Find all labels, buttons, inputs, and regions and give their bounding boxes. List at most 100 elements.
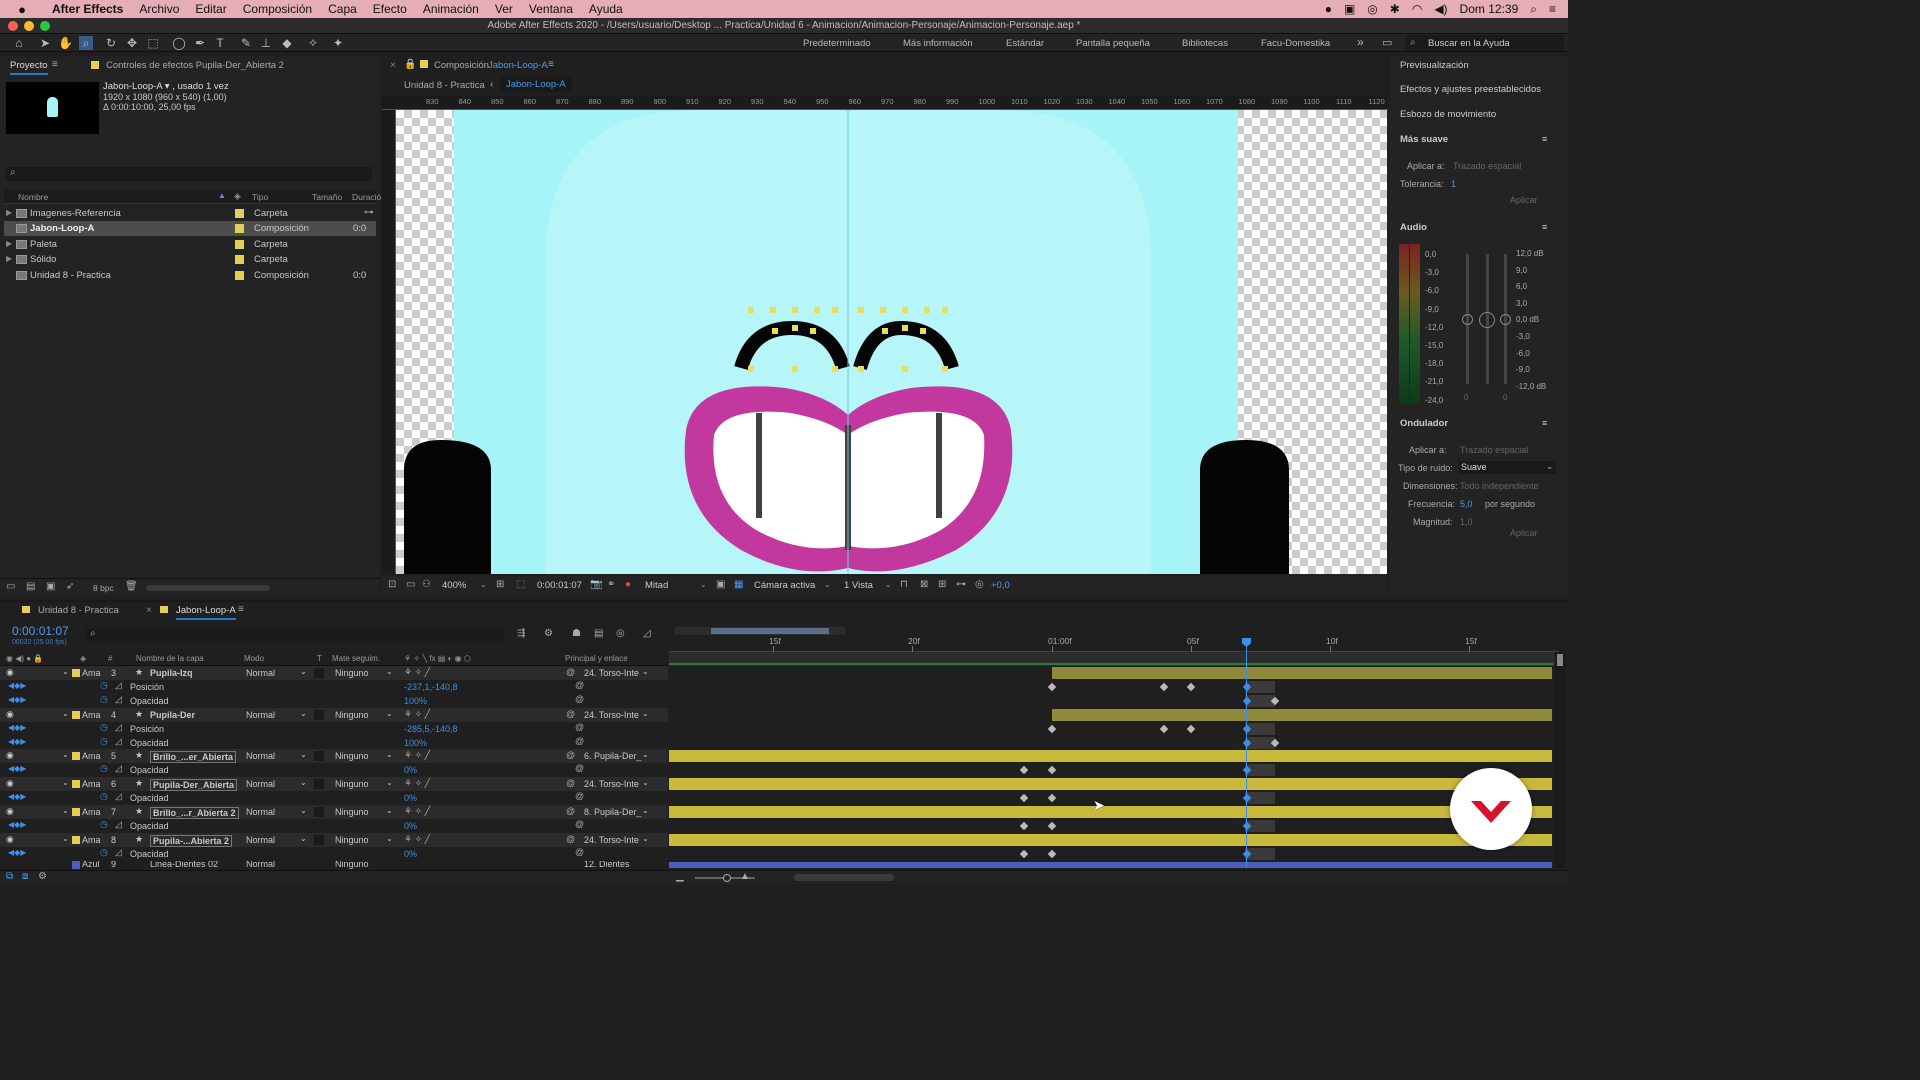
label-color-swatch[interactable]	[235, 271, 244, 280]
panel-menu-icon[interactable]: ≡	[548, 59, 554, 70]
chevron-down-icon[interactable]: ⌄	[642, 778, 649, 787]
render-queue-icon[interactable]: ➶	[66, 581, 74, 592]
keyframe-nav-icon[interactable]: ◀◆▶	[8, 820, 26, 829]
expand-arrow-icon[interactable]: ⌄	[62, 806, 69, 815]
preserve-transparency-box[interactable]	[314, 807, 324, 817]
home-icon[interactable]: ⌂	[12, 36, 26, 50]
track-matte-select[interactable]: Ninguno	[335, 861, 369, 869]
chevron-down-icon[interactable]: ⌄	[700, 580, 707, 589]
stopwatch-icon[interactable]: ◷	[100, 680, 108, 691]
selection-tool-icon[interactable]: ➤	[38, 36, 52, 50]
brush-tool-icon[interactable]: ✎	[239, 36, 253, 50]
track-matte-select[interactable]: Ninguno	[335, 668, 369, 678]
fit-frame-icon[interactable]: ⊞	[496, 579, 504, 590]
menu-capa[interactable]: Capa	[320, 2, 365, 16]
mask-visibility-icon[interactable]: ⚇	[422, 579, 431, 590]
layer-switches[interactable]: ⚘ ✧ ╱	[404, 806, 430, 817]
timeline-vertical-scrollbar[interactable]	[1555, 652, 1565, 868]
workspace-predeterminado[interactable]: Predeterminado	[803, 38, 871, 49]
track-matte-select[interactable]: Ninguno	[335, 807, 369, 817]
timeline-icon[interactable]: ⊞	[938, 579, 946, 590]
audio-slider-right-handle[interactable]	[1500, 314, 1511, 325]
record-icon[interactable]: ●	[1325, 2, 1332, 16]
timeline-search-input[interactable]: ⌕	[86, 628, 504, 641]
smoother-apply-button[interactable]: Aplicar	[1510, 195, 1538, 205]
graph-icon[interactable]: ◿	[115, 694, 122, 705]
layer-name[interactable]: Brillo_...r_Abierta 2	[150, 807, 239, 819]
chevron-down-icon[interactable]: ⌄	[824, 580, 831, 589]
wiggler-apply-select[interactable]: Trazado espacial	[1460, 445, 1528, 455]
col-duracion[interactable]: Duració	[352, 192, 381, 202]
layer-mode-select[interactable]: Normal	[246, 807, 275, 817]
col-layer-name[interactable]: Nombre de la capa	[136, 654, 204, 663]
help-search-input[interactable]: ⌕ Buscar en la Ayuda	[1406, 35, 1564, 51]
expand-arrow-icon[interactable]: ⌄	[62, 778, 69, 787]
layer-row[interactable]: ◉ ⌄ Ama 3 ★ Pupila-Izq Normal ⌄ Ninguno ⌄ ⚘ ✧ ╱ @24…	[0, 666, 668, 680]
project-row[interactable]: ▶ Imagenes-Referencia Carpeta ⊶	[4, 206, 376, 221]
graph-icon[interactable]: ◿	[115, 847, 122, 858]
layer-mode-select[interactable]: Normal	[246, 710, 275, 720]
col-tipo[interactable]: Tipo	[252, 192, 268, 202]
property-row[interactable]: ◀◆▶ ◷ ◿ Opacidad 100% @	[0, 736, 668, 750]
workspace-pantalla-pequena[interactable]: Pantalla pequeña	[1076, 38, 1150, 49]
pick-whip-icon[interactable]: @	[566, 806, 575, 816]
project-row[interactable]: ▶ Sólido Carpeta	[4, 252, 376, 267]
navigator-range[interactable]	[711, 628, 829, 634]
thumbnail-scrollbar[interactable]	[146, 585, 270, 591]
chevron-down-icon[interactable]: ⌄	[642, 806, 649, 815]
chevron-down-icon[interactable]: ⌄	[300, 709, 307, 718]
interpret-footage-icon[interactable]: ▭	[6, 581, 15, 592]
bluetooth-icon[interactable]: ✱	[1390, 2, 1400, 16]
horizontal-ruler[interactable]: 830 840 850 860 870 880 890 900 910 920 930 940 950 9…	[382, 96, 1388, 110]
workspace-bibliotecas[interactable]: Bibliotecas	[1182, 38, 1228, 49]
graph-editor-icon[interactable]: ◿	[643, 628, 651, 639]
wifi-icon[interactable]: ◠	[1412, 2, 1422, 16]
keyframe-nav-icon[interactable]: ◀◆▶	[8, 764, 26, 773]
bit-depth[interactable]: 8 bpc	[93, 583, 114, 593]
workspace-mas-informacion[interactable]: Más información	[903, 38, 973, 49]
layer-duration-bar[interactable]	[669, 833, 1552, 846]
wiggler-dims-select[interactable]: Todo independiente	[1460, 481, 1539, 491]
comp-mini-flowchart-icon[interactable]: ⇶	[517, 628, 525, 639]
display-icon[interactable]: ▣	[1344, 2, 1355, 16]
property-row[interactable]: ◀◆▶ ◷ ◿ Posición -285,5,-140,8 @	[0, 722, 668, 736]
vertical-ruler[interactable]	[382, 110, 396, 574]
puppet-pin-tool-icon[interactable]: ✦	[331, 36, 345, 50]
layer-mode-select[interactable]: Normal	[246, 835, 275, 845]
resolution-select[interactable]: Mitad	[645, 580, 668, 591]
switches-icons[interactable]: ⚘ ✧ ╲ fx ▤ ◐ ◉ ⬡	[404, 654, 471, 663]
label-color-chip[interactable]	[72, 669, 80, 677]
expand-arrow-icon[interactable]: ▶	[6, 239, 12, 248]
zoom-tool-icon[interactable]: ⌕	[79, 36, 93, 50]
close-window-button[interactable]	[8, 21, 18, 31]
layer-switches[interactable]: ⚘ ✧ ╱	[404, 834, 430, 845]
current-time[interactable]: 0:00:01:07	[12, 624, 69, 638]
label-color-swatch[interactable]	[235, 240, 244, 249]
label-color-chip[interactable]	[72, 835, 80, 844]
fast-previews-icon[interactable]: ▣	[716, 579, 725, 590]
roto-brush-tool-icon[interactable]: ✧	[306, 36, 320, 50]
exposure-value[interactable]: +0,0	[991, 580, 1010, 591]
volume-icon[interactable]: ◀)	[1434, 2, 1447, 16]
workspace-estandar[interactable]: Estándar	[1006, 38, 1044, 49]
menu-efecto[interactable]: Efecto	[365, 2, 415, 16]
graph-icon[interactable]: ◿	[115, 736, 122, 747]
parent-select[interactable]: 24. Torso-Inte	[584, 779, 639, 789]
comp-panel-label[interactable]: Composición	[434, 60, 489, 71]
property-value[interactable]: 0%	[404, 765, 417, 775]
work-area-navigator[interactable]	[675, 627, 845, 635]
preserve-transparency-box[interactable]	[314, 668, 324, 678]
expand-arrow-icon[interactable]: ⌄	[62, 834, 69, 843]
layer-switches[interactable]: ⚘ ✧ ╱	[404, 667, 430, 678]
graph-icon[interactable]: ◿	[115, 763, 122, 774]
minimize-window-button[interactable]	[24, 21, 34, 31]
property-row[interactable]: ◀◆▶ ◷ ◿ Opacidad 0% @	[0, 763, 668, 777]
track-matte-select[interactable]: Ninguno	[335, 751, 369, 761]
sort-arrow-icon[interactable]: ▲	[218, 191, 226, 200]
expression-pick-whip-icon[interactable]: @	[575, 847, 584, 857]
3d-draft-icon[interactable]: ⊠	[920, 579, 928, 590]
av-features-icon[interactable]: ◉ ◀) ● 🔒	[6, 654, 43, 663]
layer-row[interactable]: ◉ ⌄ Ama 7 ★ Brillo_...r_Abierta 2 Normal ⌄ Ningu…	[0, 805, 668, 819]
expression-pick-whip-icon[interactable]: @	[575, 763, 584, 773]
keyframe-nav-icon[interactable]: ◀◆▶	[8, 737, 26, 746]
